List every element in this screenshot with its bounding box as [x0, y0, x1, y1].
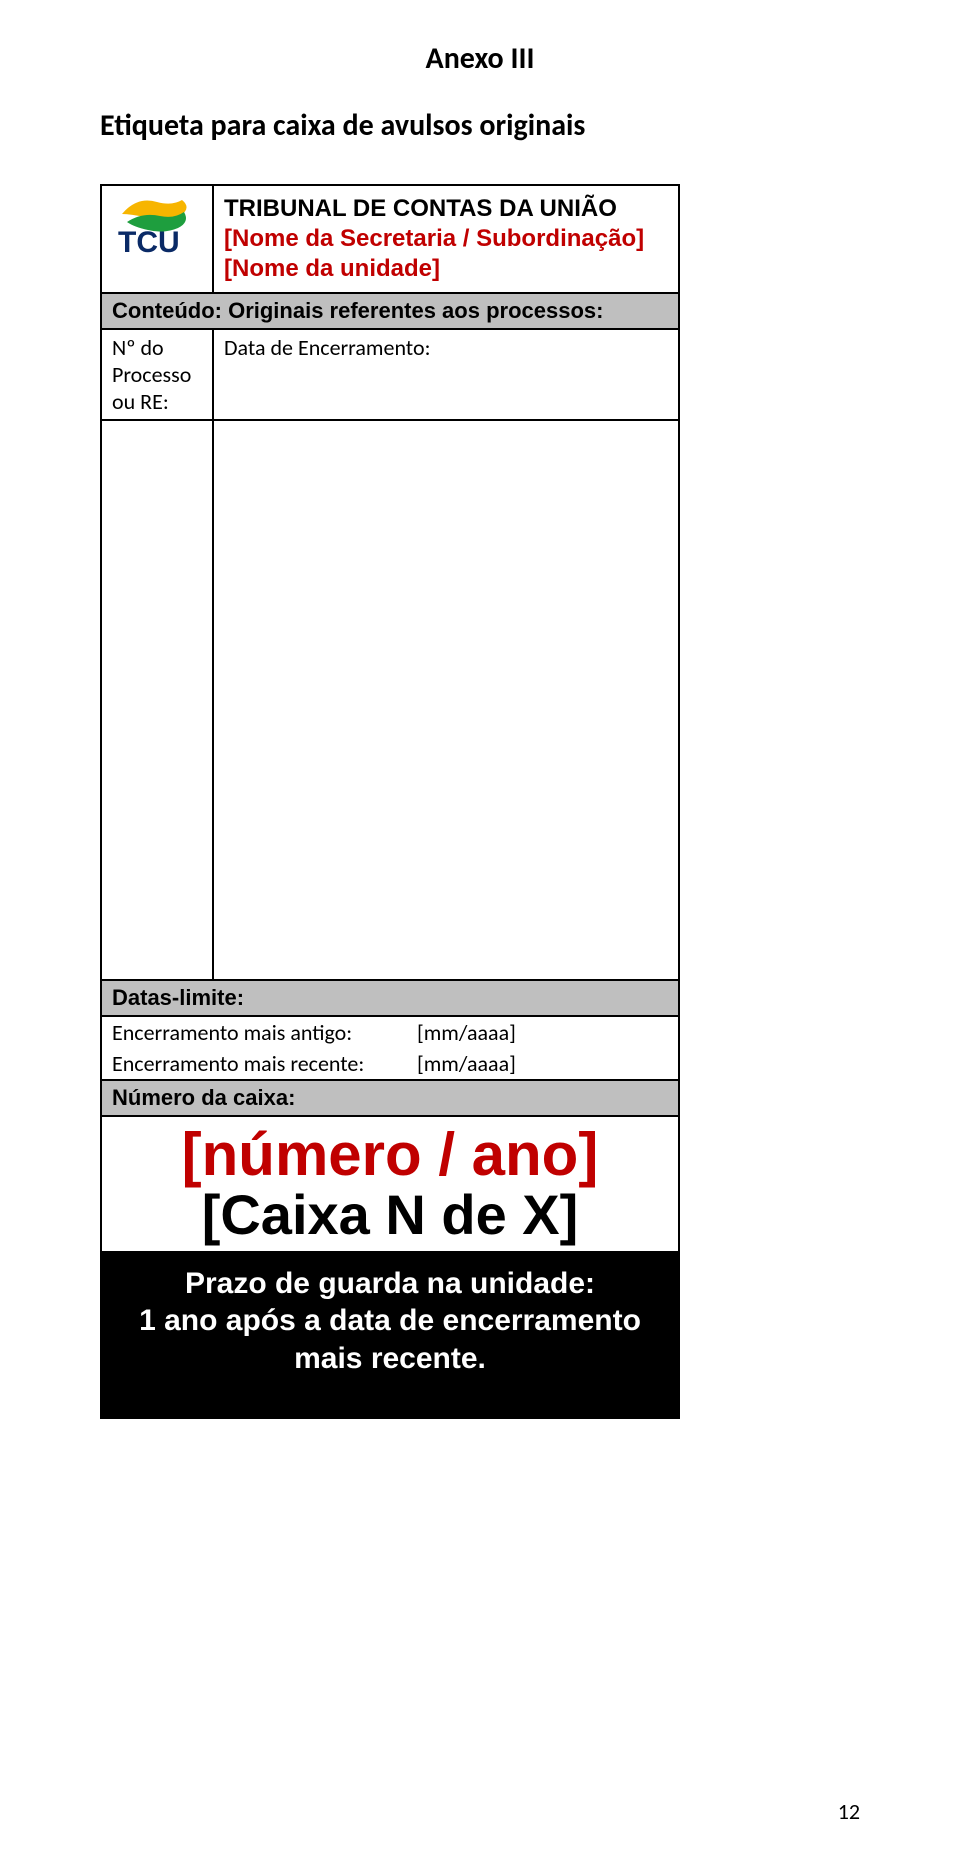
datas-limite-label: Datas-limite: — [101, 980, 679, 1016]
header-text-cell: TRIBUNAL DE CONTAS DA UNIÃO [Nome da Sec… — [213, 185, 679, 293]
col-processo-label: Nº do Processo ou RE: — [101, 329, 213, 420]
enc-recente-row: Encerramento mais recente: [mm/aaaa] — [101, 1048, 679, 1080]
prazo-line2: 1 ano após a data de encerramento — [122, 1302, 658, 1340]
logo-cell: TCU — [101, 185, 213, 293]
prazo-guarda-cell: Prazo de guarda na unidade: 1 ano após a… — [101, 1252, 679, 1419]
col-encerramento-label: Data de Encerramento: — [213, 329, 679, 420]
unidade-placeholder: [Nome da unidade] — [224, 254, 668, 284]
numero-ano-placeholder: [número / ano] — [112, 1123, 668, 1186]
etiqueta-table: TCU TRIBUNAL DE CONTAS DA UNIÃO [Nome da… — [100, 184, 680, 1419]
page-number: 12 — [838, 1798, 860, 1825]
enc-antigo-row: Encerramento mais antigo: [mm/aaaa] — [101, 1016, 679, 1048]
processo-empty-cell — [101, 420, 213, 980]
enc-recente-value: [mm/aaaa] — [417, 1050, 516, 1077]
secretaria-placeholder: [Nome da Secretaria / Subordinação] — [224, 224, 668, 254]
prazo-line1: Prazo de guarda na unidade: — [122, 1265, 658, 1303]
numero-caixa-cell: [número / ano] [Caixa N de X] — [101, 1116, 679, 1252]
tcu-logo-icon: TCU — [112, 194, 202, 264]
numero-caixa-label: Número da caixa: — [101, 1080, 679, 1116]
enc-recente-label: Encerramento mais recente: — [112, 1050, 412, 1077]
page-subtitle: Etiqueta para caixa de avulsos originais — [100, 107, 860, 144]
org-name: TRIBUNAL DE CONTAS DA UNIÃO — [224, 194, 668, 224]
annex-title: Anexo III — [100, 40, 860, 77]
caixa-n-x-placeholder: [Caixa N de X] — [112, 1186, 668, 1245]
enc-antigo-label: Encerramento mais antigo: — [112, 1019, 412, 1046]
prazo-line3: mais recente. — [122, 1340, 658, 1378]
conteudo-label: Conteúdo: Originais referentes aos proce… — [101, 293, 679, 329]
enc-antigo-value: [mm/aaaa] — [417, 1019, 516, 1046]
svg-text:TCU: TCU — [118, 226, 180, 259]
encerramento-empty-cell — [213, 420, 679, 980]
